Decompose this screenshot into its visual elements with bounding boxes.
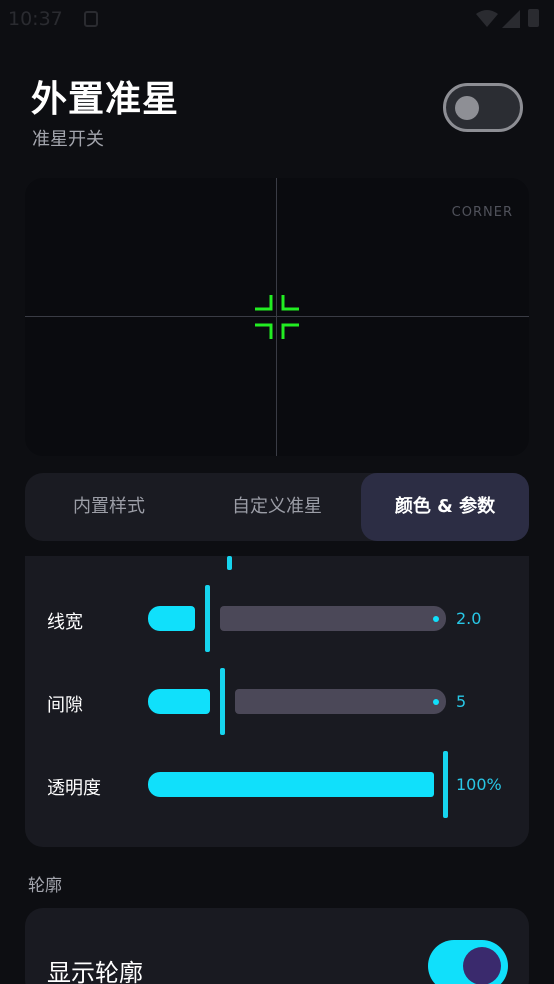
opacity-slider-thumb[interactable]	[443, 751, 448, 818]
line-width-fill	[148, 606, 195, 631]
gap-track[interactable]	[235, 689, 446, 714]
status-bar: 10:37	[0, 0, 554, 38]
signal-icon	[502, 10, 520, 28]
tab-builtin-styles[interactable]: 内置样式	[25, 473, 193, 541]
wifi-icon	[476, 10, 498, 27]
corner-crosshair-icon	[255, 295, 299, 339]
track-end-dot	[433, 616, 439, 622]
param-label-line-width: 线宽	[47, 612, 83, 633]
gap-slider-thumb[interactable]	[220, 668, 225, 735]
outline-section-heading: 轮廓	[28, 876, 62, 896]
tab-bar: 内置样式 自定义准星 颜色 & 参数	[25, 473, 529, 541]
line-width-value: 2.0	[456, 609, 482, 628]
gap-value: 5	[456, 692, 467, 711]
gap-fill	[148, 689, 210, 714]
crosshair-master-toggle[interactable]	[443, 83, 523, 132]
show-outline-toggle[interactable]	[428, 940, 508, 984]
crosshair-preview: CORNER	[25, 178, 529, 456]
toggle-knob	[455, 96, 479, 120]
slider-thumb-above[interactable]	[227, 556, 232, 570]
page-subtitle: 准星开关	[32, 129, 104, 150]
page-title: 外置准星	[31, 79, 180, 120]
tab-color-params[interactable]: 颜色 & 参数	[361, 473, 529, 541]
line-width-track[interactable]	[220, 606, 446, 631]
tab-custom-crosshair[interactable]: 自定义准星	[193, 473, 361, 541]
param-label-opacity: 透明度	[47, 778, 101, 799]
notification-icon	[84, 11, 98, 27]
opacity-fill	[148, 772, 434, 797]
preview-style-label: CORNER	[451, 205, 513, 220]
outline-card: 显示轮廓	[25, 908, 529, 984]
line-width-slider-thumb[interactable]	[205, 585, 210, 652]
show-outline-label: 显示轮廓	[47, 959, 143, 984]
params-card: 线宽 2.0 间隙 5 透明度 100%	[25, 556, 529, 847]
toggle-knob	[463, 947, 501, 984]
param-label-gap: 间隙	[47, 695, 83, 716]
opacity-value: 100%	[456, 775, 502, 794]
status-time: 10:37	[8, 8, 63, 30]
battery-icon	[528, 9, 539, 27]
track-end-dot	[433, 699, 439, 705]
